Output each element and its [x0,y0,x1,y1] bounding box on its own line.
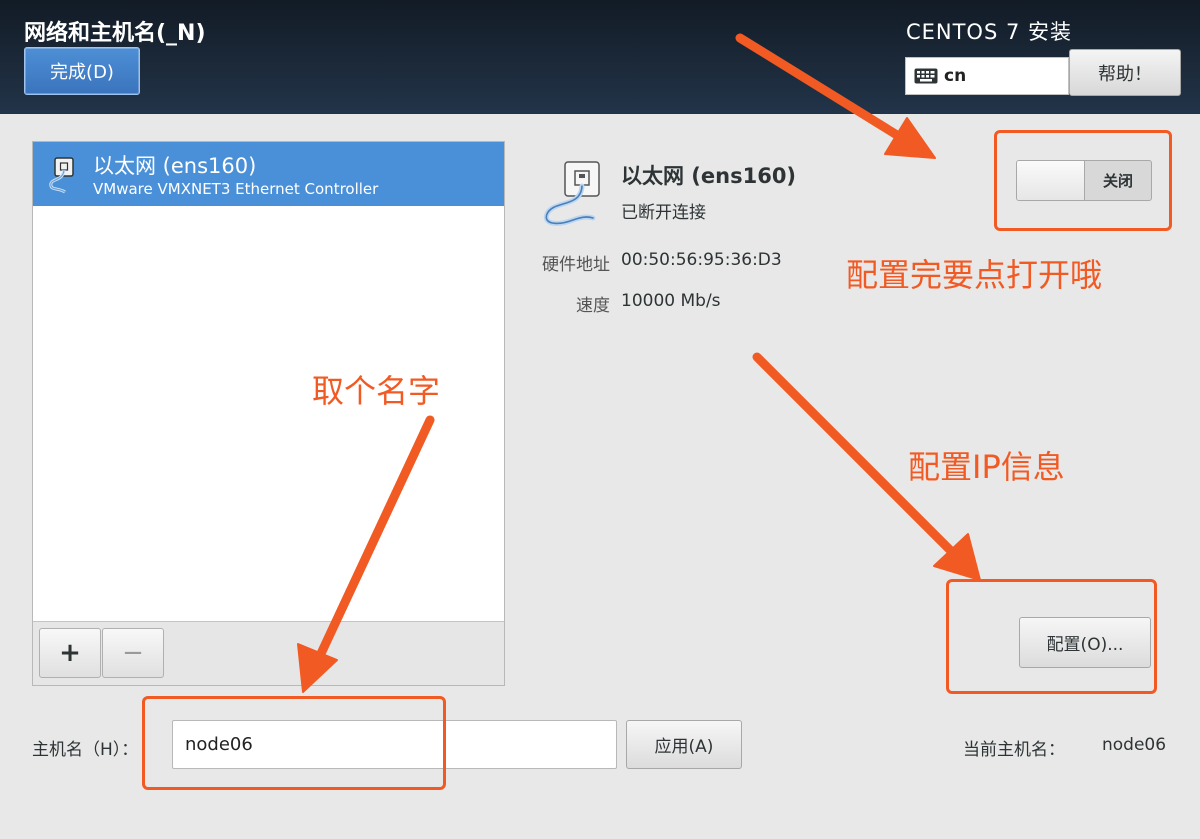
annotation-box-hostname [142,696,446,790]
annotation-toggle-note: 配置完要点打开哦 [846,256,1103,294]
apply-hostname-button[interactable]: 应用(A) [626,720,742,769]
ethernet-device-icon [535,156,615,236]
device-list-toolbar: + − [33,621,504,685]
hardware-address-label: 硬件地址 [542,255,610,275]
device-list-item-name: 以太网 (ens160) [93,154,257,178]
current-hostname-label: 当前主机名： [963,740,1065,760]
keyboard-icon [914,68,938,84]
speed-label: 速度 [576,296,610,316]
device-list-item-description: VMware VMXNET3 Ethernet Controller [93,180,379,198]
annotation-box-configure [946,579,1157,694]
device-list-item[interactable]: 以太网 (ens160) VMware VMXNET3 Ethernet Con… [33,142,504,206]
current-hostname-value: node06 [1102,735,1167,755]
keyboard-layout-indicator[interactable]: cn [905,57,1069,95]
page-title: 网络和主机名(_N) [24,21,206,46]
header-bar: 网络和主机名(_N) 完成(D) CENTOS 7 安装 cn 帮助！ [0,0,1200,114]
device-list-panel: 以太网 (ens160) VMware VMXNET3 Ethernet Con… [32,141,505,686]
connection-status: 已断开连接 [621,203,706,223]
remove-device-button[interactable]: − [102,628,164,678]
help-button[interactable]: 帮助！ [1069,49,1181,96]
annotation-ip-note: 配置IP信息 [908,448,1065,486]
add-device-button[interactable]: + [39,628,101,678]
hardware-address-value: 00:50:56:95:36:D3 [621,250,782,270]
done-button[interactable]: 完成(D) [24,47,140,95]
hostname-label: 主机名（H）： [32,740,139,760]
install-title: CENTOS 7 安装 [905,20,1072,44]
ethernet-cable-icon [37,152,83,198]
speed-value: 10000 Mb/s [621,291,721,311]
device-name: 以太网 (ens160) [621,164,797,188]
annotation-name-note: 取个名字 [312,372,441,410]
keyboard-layout-code: cn [944,66,967,86]
annotation-box-toggle [994,130,1172,231]
